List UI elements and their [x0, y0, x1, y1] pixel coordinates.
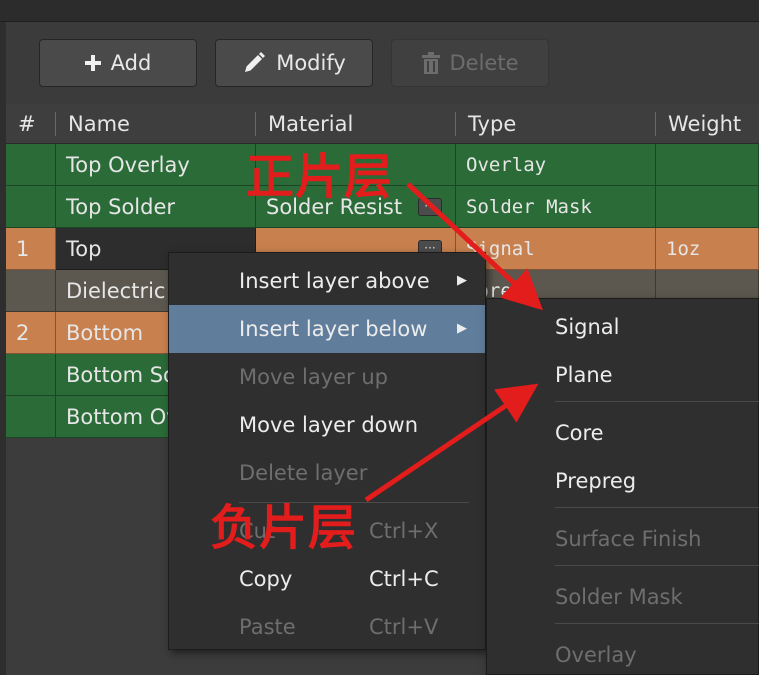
menu-item-label: Surface Finish [555, 527, 702, 551]
cell-name: Top Solder [56, 186, 256, 228]
menu-item-label: Solder Mask [555, 585, 683, 609]
menu-item-shortcut: Ctrl+V [369, 615, 439, 639]
cell-weight [656, 144, 759, 186]
menu-item-insert-layer-above[interactable]: Insert layer above ▶ [169, 257, 485, 305]
menu-separator [555, 565, 759, 566]
cell-number [6, 144, 56, 186]
menu-item-copy[interactable]: Copy Ctrl+C [169, 555, 485, 603]
menu-item-label: Overlay [555, 643, 637, 667]
menu-item-paste[interactable]: Paste Ctrl+V [169, 603, 485, 651]
menu-item-label: Insert layer below [239, 317, 428, 341]
menu-item-move-layer-up[interactable]: Move layer up [169, 353, 485, 401]
submenu-item-solder-mask[interactable]: Solder Mask [487, 573, 758, 621]
cell-number [6, 354, 56, 396]
cell-type: Overlay [456, 144, 656, 186]
submenu-item-overlay[interactable]: Overlay [487, 631, 758, 675]
submenu-arrow-icon: ▶ [457, 273, 467, 288]
material-browse-button[interactable]: ··· [418, 198, 442, 216]
submenu-arrow-icon: ▶ [457, 321, 467, 336]
menu-item-label: Paste [239, 615, 296, 639]
cell-weight: 1oz [656, 228, 759, 270]
menu-item-label: Insert layer above [239, 269, 430, 293]
context-menu: Insert layer above ▶ Insert layer below … [168, 252, 486, 650]
submenu-item-signal[interactable]: Signal [487, 303, 758, 351]
submenu-item-plane[interactable]: Plane [487, 351, 758, 399]
menu-item-label: Move layer up [239, 365, 388, 389]
add-button-label: Add [110, 51, 152, 75]
plus-icon [84, 55, 101, 71]
menu-item-label: Move layer down [239, 413, 419, 437]
add-button[interactable]: Add [39, 39, 197, 87]
submenu-item-prepreg[interactable]: Prepreg [487, 457, 758, 505]
submenu-item-surface-finish[interactable]: Surface Finish [487, 515, 758, 563]
header-number[interactable]: # [6, 104, 54, 144]
cell-number: 2 [6, 312, 56, 354]
delete-button[interactable]: Delete [391, 39, 549, 87]
cell-name: Top Overlay [56, 144, 256, 186]
menu-item-label: Delete layer [239, 461, 368, 485]
title-strip [0, 0, 759, 22]
negative-layer-annotation: 负片层 [210, 500, 358, 556]
header-weight[interactable]: Weight [656, 104, 759, 144]
cell-type: Solder Mask [456, 186, 656, 228]
modify-button[interactable]: Modify [215, 39, 373, 87]
menu-separator [555, 401, 759, 402]
menu-separator [555, 507, 759, 508]
cell-type: Signal [456, 228, 656, 270]
pencil-icon [242, 51, 266, 75]
menu-item-insert-layer-below[interactable]: Insert layer below ▶ [169, 305, 485, 353]
cell-number [6, 186, 56, 228]
delete-button-label: Delete [449, 51, 519, 75]
positive-layer-annotation: 正片层 [246, 149, 394, 205]
header-type[interactable]: Type [456, 104, 654, 144]
cell-number [6, 270, 56, 312]
cell-number [6, 396, 56, 438]
menu-item-shortcut: Ctrl+X [369, 519, 439, 543]
menu-item-move-layer-down[interactable]: Move layer down [169, 401, 485, 449]
menu-item-label: Plane [555, 363, 613, 387]
insert-layer-submenu: Signal Plane Core Prepreg Surface Finish… [486, 298, 759, 675]
submenu-item-core[interactable]: Core [487, 409, 758, 457]
menu-separator [555, 623, 759, 624]
menu-item-label: Copy [239, 567, 293, 591]
modify-button-label: Modify [276, 51, 346, 75]
menu-item-label: Prepreg [555, 469, 637, 493]
trash-icon [421, 52, 440, 74]
toolbar: Add Modify Delete [6, 22, 759, 104]
menu-item-label: Core [555, 421, 604, 445]
cell-number: 1 [6, 228, 56, 270]
menu-item-label: Signal [555, 315, 620, 339]
cell-weight [656, 186, 759, 228]
header-name[interactable]: Name [56, 104, 254, 144]
menu-item-shortcut: Ctrl+C [369, 567, 439, 591]
